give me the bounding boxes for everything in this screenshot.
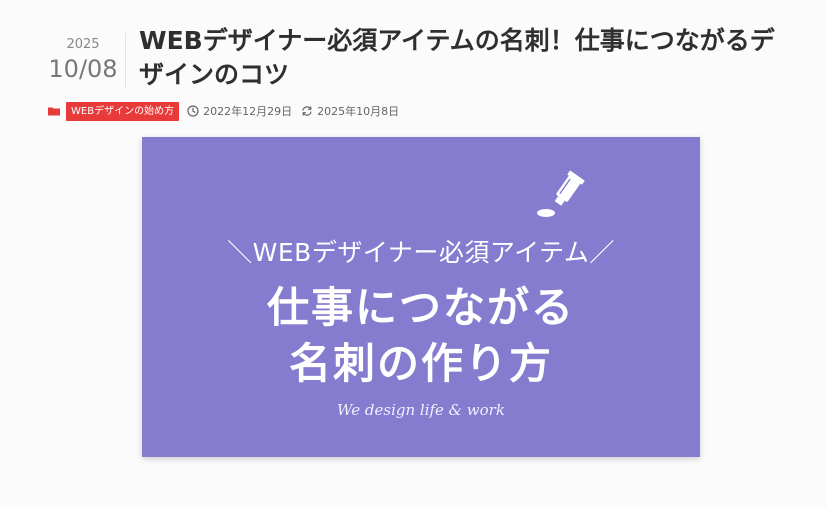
folder-icon: [48, 105, 60, 117]
refresh-icon: [301, 105, 313, 117]
updated-date: 2025年10月8日: [317, 105, 400, 118]
featured-image: ＼WEBデザイナー必須アイテム／ 仕事につながる 名刺の作り方 We desig…: [142, 137, 700, 457]
hero-headline-line1: 仕事につながる: [266, 283, 575, 332]
clock-icon: [187, 105, 199, 117]
published-date: 2022年12月29日: [203, 105, 293, 118]
post-date-year: 2025: [66, 37, 100, 52]
hero-tagline: We design life & work: [337, 401, 505, 419]
tube-icon: [534, 169, 590, 221]
hero-subtitle: ＼WEBデザイナー必須アイテム／: [227, 238, 615, 267]
date-divider: [125, 33, 126, 89]
post-title: WEBデザイナー必須アイテムの名刺！仕事につながるデザインのコツ: [139, 26, 775, 89]
post-date-month-day: 10/08: [48, 55, 118, 83]
hero-headline-line2: 名刺の作り方: [288, 339, 553, 388]
article-header: 2025 10/08 WEBデザイナー必須アイテムの名刺！仕事につながるデザイン…: [0, 0, 827, 507]
post-meta: WEBデザインの始め方 2022年12月29日 2025年10月8日: [48, 101, 408, 121]
post-date: 2025 10/08: [48, 37, 118, 84]
category-link[interactable]: WEBデザインの始め方: [66, 101, 180, 121]
hero-headline: 仕事につながる 名刺の作り方: [142, 280, 700, 392]
